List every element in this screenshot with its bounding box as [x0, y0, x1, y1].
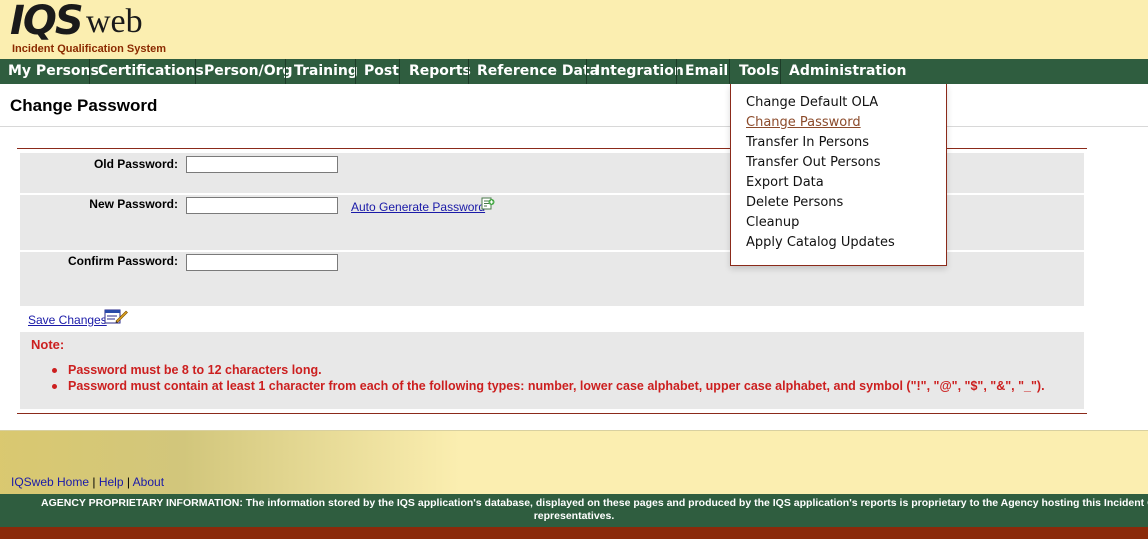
footer-home-link[interactable]: IQSweb Home: [11, 475, 89, 489]
page-title: Change Password: [10, 96, 158, 115]
nav-divider: [586, 59, 587, 84]
nav-divider: [285, 59, 286, 84]
logo-subtitle: Incident Qualification System: [12, 43, 167, 55]
old-password-label: Old Password:: [93, 157, 178, 171]
save-changes-link[interactable]: Save Changes: [28, 313, 107, 327]
nav-divider: [676, 59, 677, 84]
menu-change-default-ola[interactable]: Change Default OLA: [746, 95, 878, 110]
nav-integration[interactable]: Integration: [595, 59, 684, 84]
proprietary-text-line1: AGENCY PROPRIETARY INFORMATION: The info…: [41, 497, 1148, 509]
nav-divider: [729, 59, 730, 84]
new-password-label: New Password:: [89, 197, 178, 211]
confirm-password-input[interactable]: [186, 254, 338, 271]
nav-divider: [468, 59, 469, 84]
password-rule-text: Password must be 8 to 12 characters long…: [68, 363, 322, 377]
nav-tools[interactable]: Tools: [739, 59, 779, 84]
nav-reference-data[interactable]: Reference Data: [477, 59, 599, 84]
footer-about-link[interactable]: About: [133, 475, 164, 489]
logo-iqs-text: IQS: [10, 0, 84, 44]
bottom-bar: [0, 527, 1148, 539]
nav-reports[interactable]: Reports: [409, 59, 471, 84]
generate-password-icon[interactable]: [481, 197, 495, 210]
old-password-input[interactable]: [186, 156, 338, 173]
menu-delete-persons[interactable]: Delete Persons: [746, 195, 843, 210]
menu-apply-catalog-updates[interactable]: Apply Catalog Updates: [746, 235, 895, 250]
password-rule-types: Password must contain at least 1 charact…: [52, 378, 1045, 394]
bullet-icon: [52, 368, 57, 373]
main-nav: My Persons Certifications Person/Org Tra…: [0, 59, 1148, 84]
footer-links: IQSweb Home | Help | About: [11, 475, 164, 489]
nav-divider: [355, 59, 356, 84]
footer-separator: |: [92, 475, 96, 489]
menu-change-password[interactable]: Change Password: [746, 115, 861, 130]
nav-divider: [780, 59, 781, 84]
nav-divider: [399, 59, 400, 84]
auto-generate-password-link[interactable]: Auto Generate Password: [351, 200, 485, 214]
nav-training[interactable]: Training: [294, 59, 358, 84]
nav-divider: [195, 59, 196, 84]
nav-post[interactable]: Post: [364, 59, 399, 84]
bullet-icon: [52, 384, 57, 389]
proprietary-notice: AGENCY PROPRIETARY INFORMATION: The info…: [0, 494, 1148, 527]
nav-certifications[interactable]: Certifications: [98, 59, 204, 84]
tools-dropdown-menu: Change Default OLA Change Password Trans…: [730, 84, 947, 266]
menu-export-data[interactable]: Export Data: [746, 175, 824, 190]
note-section: Note: Password must be 8 to 12 character…: [20, 332, 1084, 409]
nav-email[interactable]: Email: [685, 59, 728, 84]
new-password-input[interactable]: [186, 197, 338, 214]
password-rules-list: Password must be 8 to 12 characters long…: [52, 362, 1045, 394]
nav-administration[interactable]: Administration: [789, 59, 906, 84]
app-header: IQS web Incident Qualification System: [0, 0, 1148, 59]
footer-help-link[interactable]: Help: [99, 475, 124, 489]
save-edit-icon[interactable]: [104, 308, 128, 324]
confirm-password-label: Confirm Password:: [67, 254, 178, 268]
page-title-bar: Change Password: [0, 84, 1148, 127]
note-title: Note:: [31, 337, 65, 352]
password-rule-text: Password must contain at least 1 charact…: [68, 379, 1045, 393]
nav-divider: [89, 59, 90, 84]
save-row: Save Changes: [20, 308, 1084, 330]
nav-person-org[interactable]: Person/Org: [204, 59, 293, 84]
password-rule-length: Password must be 8 to 12 characters long…: [52, 362, 1045, 378]
logo-web-text: web: [86, 3, 143, 40]
footer-separator: |: [126, 475, 130, 489]
menu-transfer-in-persons[interactable]: Transfer In Persons: [746, 135, 869, 150]
menu-transfer-out-persons[interactable]: Transfer Out Persons: [746, 155, 881, 170]
menu-cleanup[interactable]: Cleanup: [746, 215, 799, 230]
nav-my-persons[interactable]: My Persons: [8, 59, 99, 84]
proprietary-text-line2: representatives.: [533, 510, 615, 522]
